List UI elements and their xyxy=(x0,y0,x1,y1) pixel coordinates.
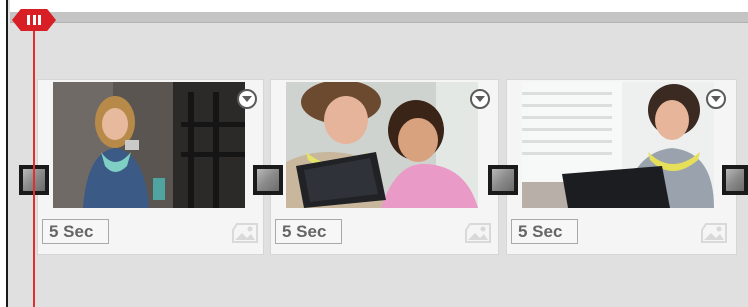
clip-menu-icon[interactable] xyxy=(237,89,257,109)
timeline-clip[interactable]: 5 Sec xyxy=(507,80,736,254)
image-icon xyxy=(465,223,491,243)
clip-duration[interactable]: 5 Sec xyxy=(511,219,578,244)
image-icon xyxy=(232,223,258,243)
playhead-icon[interactable] xyxy=(12,9,56,31)
transition-handle-icon[interactable] xyxy=(722,165,748,195)
clip-thumbnail xyxy=(286,82,478,208)
image-icon xyxy=(701,223,727,243)
transition-handle-icon[interactable] xyxy=(253,165,283,195)
timeline-clip[interactable]: 5 Sec xyxy=(271,80,498,254)
playhead-line xyxy=(33,22,35,307)
transition-handle-icon[interactable] xyxy=(488,165,518,195)
playhead-grip-icon xyxy=(27,15,41,25)
timeline-ruler[interactable] xyxy=(10,12,748,23)
clip-thumbnail xyxy=(53,82,245,208)
clip-thumbnail xyxy=(522,82,714,208)
timeline-clip[interactable]: 5 Sec xyxy=(38,80,263,254)
timeline-header xyxy=(10,0,748,12)
clip-menu-icon[interactable] xyxy=(706,89,726,109)
timeline-left-border xyxy=(0,0,8,307)
clip-duration[interactable]: 5 Sec xyxy=(42,219,109,244)
clip-menu-icon[interactable] xyxy=(470,89,490,109)
clip-duration[interactable]: 5 Sec xyxy=(275,219,342,244)
